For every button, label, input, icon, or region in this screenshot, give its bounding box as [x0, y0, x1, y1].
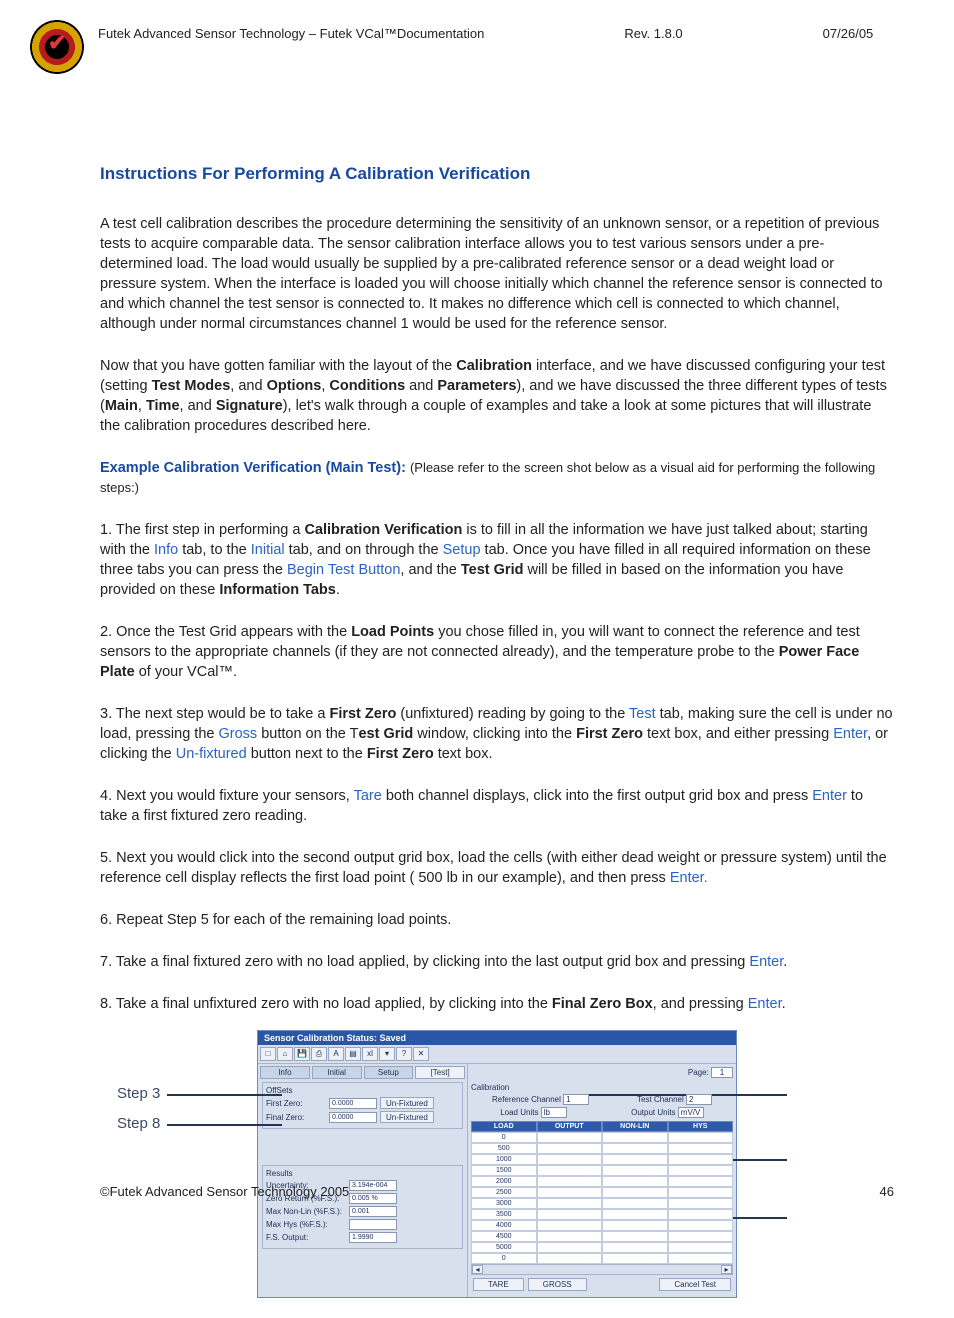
grid-header: LOADOUTPUTNON-LINHYS	[471, 1121, 733, 1132]
fsoutput-label: F.S. Output:	[266, 1233, 346, 1242]
step-2: 2. Once the Test Grid appears with the L…	[100, 622, 894, 682]
grid-row[interactable]: 4000	[471, 1220, 733, 1231]
left-panel: Info Initial Setup [Test] OffSets First …	[258, 1064, 468, 1297]
maxnonlin-value: 0.001	[349, 1206, 397, 1217]
toolbar-chart-icon[interactable]: ▤	[345, 1047, 361, 1061]
first-zero-label: First Zero:	[266, 1099, 326, 1108]
vcal-logo-icon	[30, 20, 84, 74]
window-toolbar: □ ⌂ 💾 ⎙ A ▤ xl ▾ ? ✕	[258, 1045, 736, 1064]
maxhys-label: Max Hys (%F.S.):	[266, 1220, 346, 1229]
header-left: Futek Advanced Sensor Technology – Futek…	[98, 26, 484, 41]
toolbar-bold-icon[interactable]: A	[328, 1047, 344, 1061]
grid-row[interactable]: 500	[471, 1143, 733, 1154]
step-7: 7. Take a final fixtured zero with no lo…	[100, 952, 894, 972]
grid-row[interactable]: 4500	[471, 1231, 733, 1242]
toolbar-help-icon[interactable]: ?	[396, 1047, 412, 1061]
tab-info[interactable]: Info	[260, 1066, 310, 1079]
results-group: Results Uncertainty:3.194e-004 Zero Retu…	[262, 1165, 463, 1249]
maxnonlin-label: Max Non-Lin (%F.S.):	[266, 1207, 346, 1216]
grid-row[interactable]: 3500	[471, 1209, 733, 1220]
leader-line	[167, 1094, 282, 1096]
toolbar-print-icon[interactable]: ⎙	[311, 1047, 327, 1061]
footer-copyright: ©Futek Advanced Sensor Technology 2005	[100, 1184, 349, 1199]
tab-test[interactable]: [Test]	[415, 1066, 465, 1079]
leader-line	[167, 1124, 282, 1126]
tab-initial[interactable]: Initial	[312, 1066, 362, 1079]
testch-select[interactable]: 2	[686, 1094, 712, 1105]
page-input[interactable]: 1	[711, 1067, 733, 1078]
step-6: 6. Repeat Step 5 for each of the remaini…	[100, 910, 894, 930]
callout-step4: Step 4	[767, 1085, 954, 1102]
callout-step3: Step 3	[117, 1085, 160, 1102]
cancel-test-button[interactable]: Cancel Test	[659, 1278, 731, 1291]
gross-button[interactable]: GROSS	[528, 1278, 587, 1291]
unfixtured-button[interactable]: Un-Fixtured	[380, 1111, 434, 1123]
toolbar-save-icon[interactable]: 💾	[294, 1047, 310, 1061]
offsets-label: OffSets	[266, 1086, 459, 1095]
outunits-select[interactable]: mV/V	[678, 1107, 704, 1118]
footer-page-number: 46	[880, 1184, 894, 1199]
sensor-calibration-window: Sensor Calibration Status: Saved □ ⌂ 💾 ⎙…	[257, 1030, 737, 1298]
step-5: 5. Next you would click into the second …	[100, 848, 894, 888]
tare-button[interactable]: TARE	[473, 1278, 524, 1291]
scroll-left-icon[interactable]: ◂	[472, 1265, 483, 1274]
page-label: Page:	[688, 1068, 709, 1077]
final-zero-label: Final Zero:	[266, 1113, 326, 1122]
grid-row[interactable]: 1000	[471, 1154, 733, 1165]
page-header: Futek Advanced Sensor Technology – Futek…	[30, 20, 894, 74]
toolbar-open-icon[interactable]: ⌂	[277, 1047, 293, 1061]
paragraph-intro: A test cell calibration describes the pr…	[100, 214, 894, 334]
loadunits-label: Load Units	[500, 1108, 538, 1117]
calibration-label: Calibration	[471, 1083, 733, 1092]
paragraph-layout: Now that you have gotten familiar with t…	[100, 356, 894, 436]
example-heading: Example Calibration Verification (Main T…	[100, 458, 894, 498]
page-title: Instructions For Performing A Calibratio…	[100, 164, 894, 184]
final-zero-input[interactable]: 0.0000	[329, 1112, 377, 1123]
grid-row[interactable]: 1500	[471, 1165, 733, 1176]
first-zero-input[interactable]: 0.0000	[329, 1098, 377, 1109]
header-rev: Rev. 1.8.0	[624, 26, 682, 41]
grid-row[interactable]: 0	[471, 1132, 733, 1143]
loadunits-select[interactable]: lb	[541, 1107, 567, 1118]
tab-setup[interactable]: Setup	[364, 1066, 414, 1079]
grid-row[interactable]: 3000	[471, 1198, 733, 1209]
outunits-label: Output Units	[631, 1108, 675, 1117]
step-8: 8. Take a final unfixtured zero with no …	[100, 994, 894, 1014]
fsoutput-value: 1.9990	[349, 1232, 397, 1243]
toolbar-close-icon[interactable]: ✕	[413, 1047, 429, 1061]
header-date: 07/26/05	[823, 26, 874, 41]
offsets-group: OffSets First Zero: 0.0000 Un-Fixtured F…	[262, 1082, 463, 1129]
step-4: 4. Next you would fixture your sensors, …	[100, 786, 894, 826]
callout-step8: Step 8	[117, 1115, 160, 1132]
unfixtured-button[interactable]: Un-Fixtured	[380, 1097, 434, 1109]
screenshot-figure: Step 3 Step 8 Step 4 Step 5 Step7 Sensor…	[257, 1030, 737, 1298]
callout-step7: Step7	[767, 1208, 954, 1225]
toolbar-excel-icon[interactable]: xl	[362, 1047, 378, 1061]
page-footer: ©Futek Advanced Sensor Technology 2005 4…	[100, 1184, 894, 1199]
testch-label: Test Channel	[637, 1095, 684, 1104]
grid-row[interactable]: 0	[471, 1253, 733, 1264]
scroll-right-icon[interactable]: ▸	[721, 1265, 732, 1274]
refch-select[interactable]: 1	[563, 1094, 589, 1105]
refch-label: Reference Channel	[492, 1095, 561, 1104]
toolbar-dropdown-icon[interactable]: ▾	[379, 1047, 395, 1061]
grid-scrollbar[interactable]: ◂▸	[471, 1264, 733, 1275]
step-3: 3. The next step would be to take a Firs…	[100, 704, 894, 764]
callout-step5: Step 5	[767, 1150, 954, 1167]
window-titlebar: Sensor Calibration Status: Saved	[258, 1031, 736, 1045]
toolbar-new-icon[interactable]: □	[260, 1047, 276, 1061]
maxhys-value	[349, 1219, 397, 1230]
step-1: 1. The first step in performing a Calibr…	[100, 520, 894, 600]
results-label: Results	[266, 1169, 459, 1178]
right-panel: Page: 1 Calibration Reference Channel 1 …	[468, 1064, 736, 1297]
grid-row[interactable]: 5000	[471, 1242, 733, 1253]
